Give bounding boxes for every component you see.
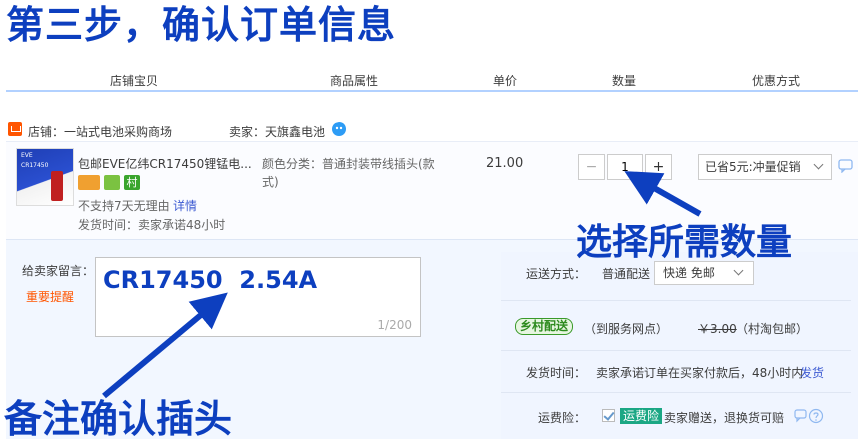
arrow-to-quantity xyxy=(624,171,702,217)
annotation-arrows xyxy=(102,171,702,399)
arrow-to-message xyxy=(102,292,228,399)
